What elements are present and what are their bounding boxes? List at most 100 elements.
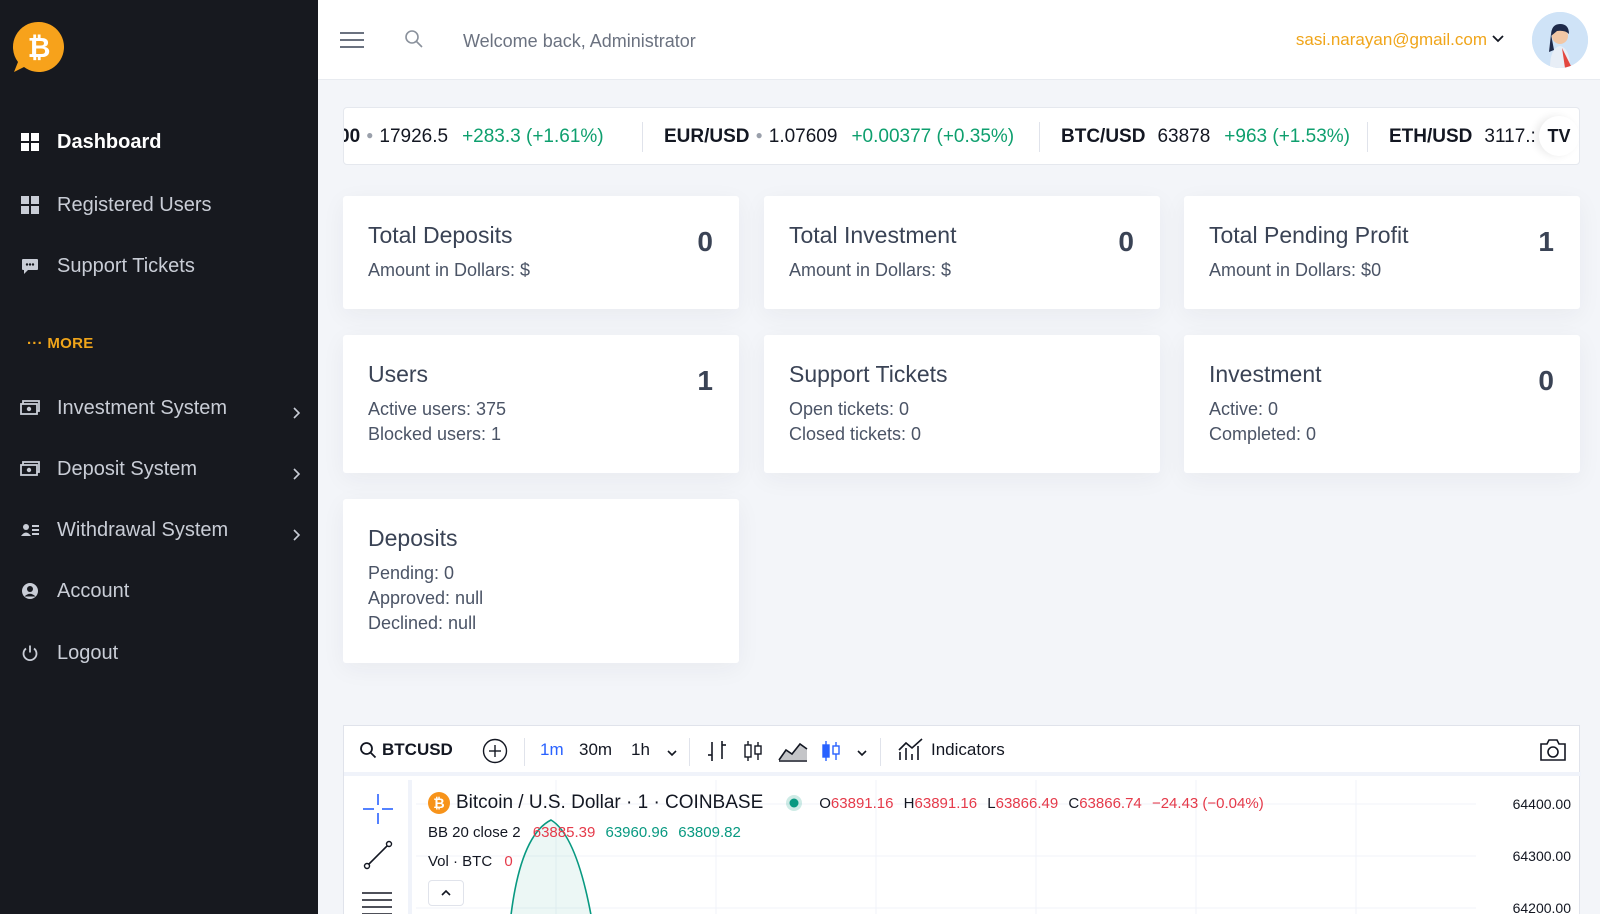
card-users: Users 1 Active users: 375 Blocked users:… (343, 335, 739, 473)
sidebar-item-registered-users[interactable]: Registered Users (0, 182, 318, 228)
sidebar-item-investment-system[interactable]: Investment System (0, 385, 318, 431)
card-detail: Active users: 375 (368, 399, 507, 419)
sidebar-item-label: Support Tickets (57, 254, 195, 277)
compare-add-icon[interactable] (482, 738, 508, 769)
sidebar-item-dashboard[interactable]: Dashboard (0, 119, 318, 165)
card-detail: Amount in Dollars: $ (789, 260, 952, 280)
card-title: Total Pending Profit (1209, 222, 1409, 248)
indicators-button[interactable]: Indicators (898, 738, 1005, 762)
ticker-divider (1367, 122, 1368, 152)
grid-icon (20, 195, 40, 215)
symbol-search-button[interactable]: BTCUSD (359, 740, 453, 760)
welcome-message: Welcome back, Administrator (463, 31, 696, 51)
sidebar-item-account[interactable]: Account (0, 568, 318, 614)
search-icon (360, 742, 377, 759)
indicators-icon (898, 738, 923, 760)
more-dots-icon: ··· (27, 335, 48, 352)
chevron-right-icon (290, 524, 302, 541)
card-detail: Approved: null (368, 588, 484, 608)
card-detail: Amount in Dollars: $ (368, 260, 531, 280)
card-support-tickets: Support Tickets Open tickets: 0 Closed t… (764, 335, 1160, 473)
chevron-down-icon[interactable] (666, 744, 678, 764)
hollow-candles-chart-type-icon[interactable] (820, 739, 842, 768)
sidebar-item-label: Logout (57, 641, 119, 664)
card-total-deposits: Total Deposits 0 Amount in Dollars: $ (343, 196, 739, 309)
card-title: Support Tickets (789, 361, 948, 387)
volume-legend[interactable]: Vol · BTC 0 (428, 853, 513, 870)
crosshair-icon[interactable] (363, 794, 393, 829)
interval-1m[interactable]: 1m (540, 740, 564, 760)
toolbar-divider (880, 738, 881, 766)
ticker-divider (642, 122, 643, 152)
card-detail: Closed tickets: 0 (789, 424, 922, 444)
chevron-right-icon (290, 463, 302, 480)
sidebar-item-deposit-system[interactable]: Deposit System (0, 446, 318, 492)
ticker-item[interactable]: EUR/USD ● 1.07609 +0.00377 (+0.35%) (664, 126, 1014, 148)
card-total-investment: Total Investment 0 Amount in Dollars: $ (764, 196, 1160, 309)
interval-1h[interactable]: 1h (631, 740, 650, 760)
card-title: Total Investment (789, 222, 957, 248)
ticker-item[interactable]: BTC/USD 63878 +963 (+1.53%) (1061, 126, 1350, 148)
card-title: Deposits (368, 525, 458, 551)
card-detail: Completed: 0 (1209, 424, 1317, 444)
card-investment: Investment 0 Active: 0 Completed: 0 (1184, 335, 1580, 473)
sidebar-item-label: Investment System (57, 396, 228, 419)
card-value: 0 (1538, 365, 1554, 396)
user-circle-icon (20, 581, 40, 601)
chevron-down-icon[interactable] (856, 744, 868, 764)
fib-lines-icon[interactable] (361, 890, 393, 914)
card-title: Total Deposits (368, 222, 513, 248)
chart-legend-title: ₿ Bitcoin / U.S. Dollar · 1 · COINBASE O… (428, 792, 1264, 814)
money-icon (20, 398, 40, 418)
camera-snapshot-icon[interactable] (1539, 738, 1567, 767)
price-axis-label: 64400.00 (1512, 796, 1571, 812)
sidebar: ₿ Dashboard Registered Users Support Tic… (0, 0, 318, 914)
chevron-up-icon (441, 889, 451, 896)
sidebar-item-label: Dashboard (57, 130, 162, 153)
sidebar-item-label: Account (57, 579, 130, 602)
chart-toolbar: BTCUSD 1m 30m 1h Indicators (344, 726, 1581, 776)
collapse-legend-button[interactable] (428, 880, 464, 906)
toolbar-divider (689, 738, 690, 766)
more-section-label: ··· MORE (27, 335, 94, 352)
sidebar-item-logout[interactable]: Logout (0, 630, 318, 676)
sidebar-item-label: Registered Users (57, 193, 212, 216)
card-detail: Amount in Dollars: $0 (1209, 260, 1382, 280)
sidebar-item-support-tickets[interactable]: Support Tickets (0, 243, 318, 289)
dashboard-icon (20, 132, 40, 152)
chevron-right-icon (290, 402, 302, 419)
candles-chart-type-icon[interactable] (742, 739, 764, 768)
svg-text:₿: ₿ (28, 32, 51, 63)
card-value: 0 (697, 226, 713, 257)
ticker-item[interactable]: 00●17926.5+283.3 (+1.61%) (344, 126, 604, 148)
bollinger-bands-legend[interactable]: BB 20 close 2 63885.39 63960.96 63809.82 (428, 824, 741, 841)
market-ticker-tape[interactable]: 00●17926.5+283.3 (+1.61%) EUR/USD●1.0760… (343, 107, 1580, 165)
toolbar-divider (524, 738, 525, 766)
ohlc-values: O63891.16 H63891.16 L63866.49 C63866.74 … (819, 794, 1264, 812)
svg-text:₿: ₿ (433, 795, 444, 811)
avatar[interactable] (1532, 12, 1588, 68)
hamburger-menu-icon[interactable] (340, 30, 364, 50)
id-card-icon (20, 520, 40, 540)
chevron-down-icon[interactable] (1491, 32, 1505, 46)
card-value: 1 (1538, 226, 1554, 257)
user-email-dropdown[interactable]: sasi.narayan@gmail.com (1296, 30, 1487, 50)
bar-chart-type-icon[interactable] (706, 739, 728, 768)
card-detail: Blocked users: 1 (368, 424, 502, 444)
money-icon (20, 459, 40, 479)
trend-line-icon[interactable] (363, 840, 393, 875)
card-title: Investment (1209, 361, 1322, 387)
price-chart-area[interactable]: ₿ Bitcoin / U.S. Dollar · 1 · COINBASE O… (416, 780, 1581, 914)
card-detail: Active: 0 (1209, 399, 1279, 419)
ticker-item[interactable]: ETH/USD 3117.: (1389, 126, 1536, 148)
tradingview-logo-icon[interactable]: TV (1539, 116, 1579, 156)
ticker-divider (1039, 122, 1040, 152)
sidebar-item-label: Deposit System (57, 457, 198, 480)
bitcoin-logo-icon[interactable]: ₿ (12, 20, 66, 74)
area-chart-type-icon[interactable] (778, 740, 808, 767)
card-detail: Open tickets: 0 (789, 399, 910, 419)
sidebar-item-withdrawal-system[interactable]: Withdrawal System (0, 507, 318, 553)
interval-30m[interactable]: 30m (579, 740, 612, 760)
tradingview-chart-widget: BTCUSD 1m 30m 1h Indicators ₿ Bitcoin / … (343, 725, 1581, 914)
search-icon[interactable] (404, 29, 424, 49)
